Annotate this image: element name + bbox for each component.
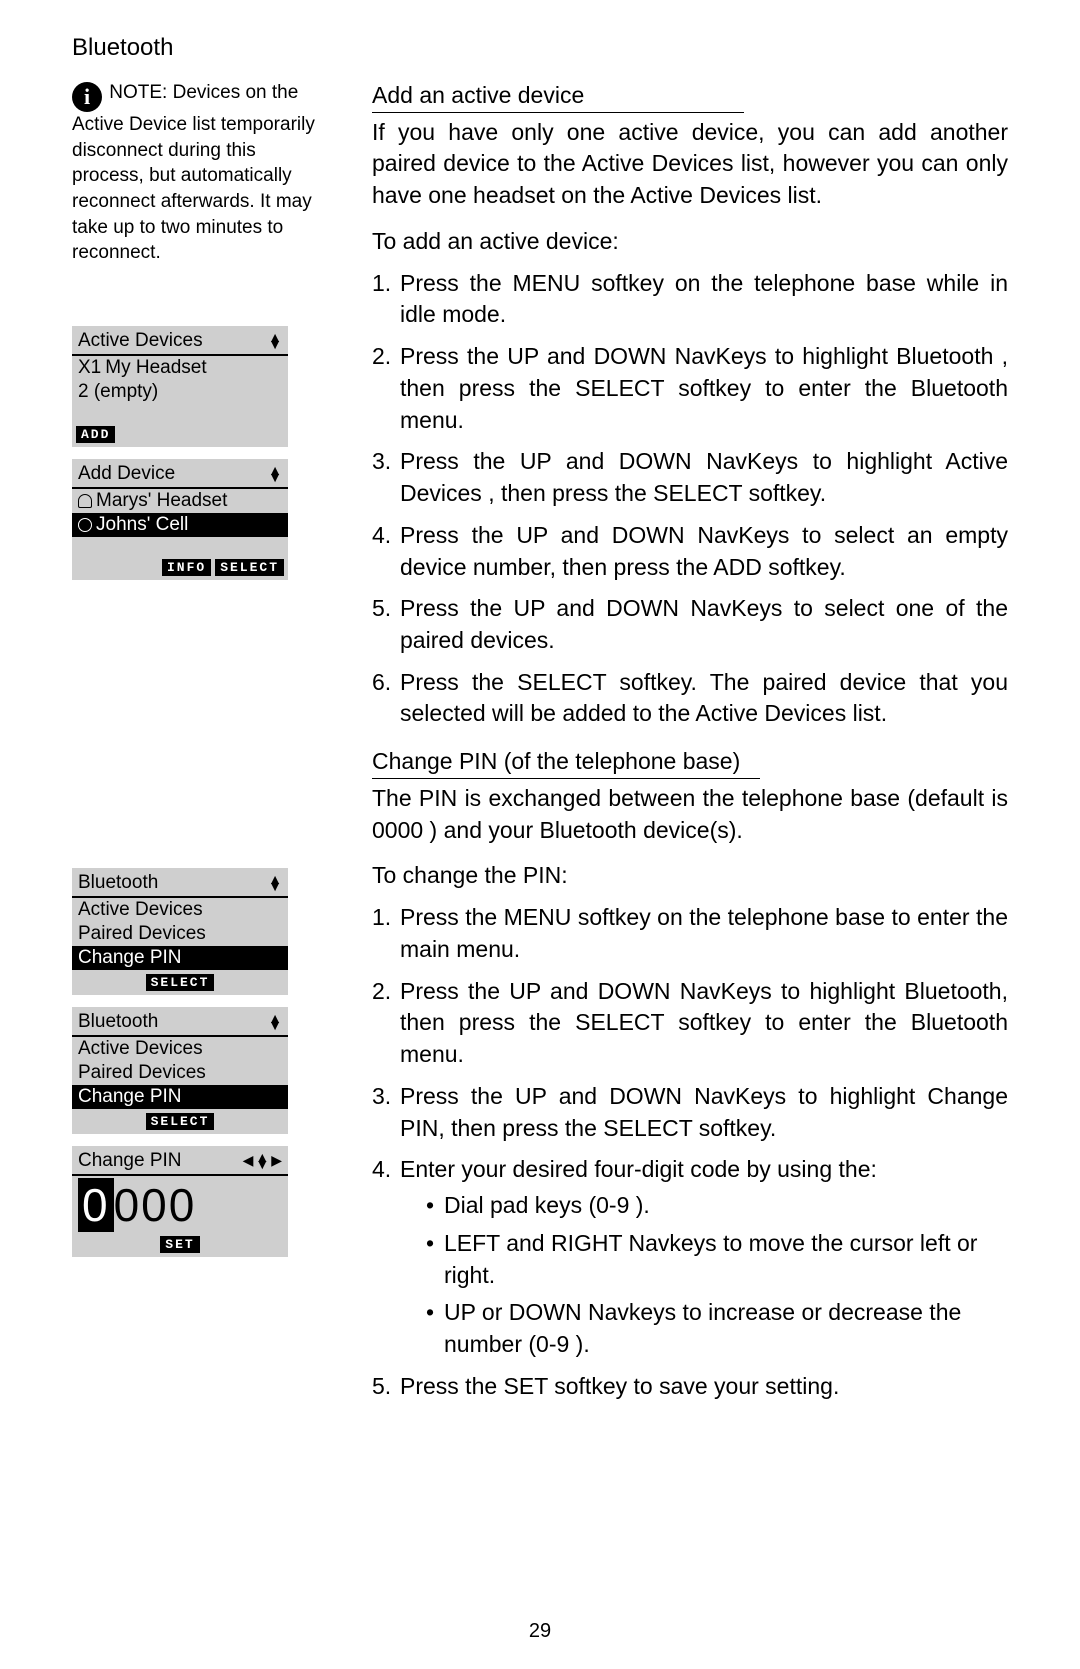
lcd4-row2: Paired Devices (72, 1061, 288, 1085)
softkey-select: SELECT (146, 974, 215, 991)
navkey-icon: ◀▲▼▶ (243, 1152, 282, 1169)
section-b-title: Change PIN (of the telephone base) (372, 746, 760, 779)
info-icon: i (72, 82, 102, 112)
cell-icon (78, 518, 92, 532)
step: Press the UP and DOWN NavKeys to highlig… (372, 1081, 1008, 1144)
section-b-steps: Press the MENU softkey on the telephone … (372, 902, 1008, 1402)
section-a-steps: Press the MENU softkey on the telephone … (372, 268, 1008, 731)
lcd4-title: Bluetooth (78, 1011, 158, 1033)
lcd3-row2: Paired Devices (72, 922, 288, 946)
lcd3-title: Bluetooth (78, 872, 158, 894)
softkey-info: INFO (162, 559, 211, 576)
step: Enter your desired four-digit code by us… (372, 1154, 1008, 1360)
up-down-icon: ▲▼ (268, 876, 282, 890)
pin-value: 0000 (72, 1176, 288, 1232)
step-text: Enter your desired four-digit code by us… (400, 1156, 877, 1182)
lcd1-title: Active Devices (78, 330, 203, 352)
step: Press the SET softkey to save your setti… (372, 1371, 1008, 1403)
step: Press the SELECT softkey. The paired dev… (372, 667, 1008, 730)
up-down-icon: ▲▼ (268, 467, 282, 481)
softkey-set: SET (160, 1236, 199, 1253)
section-a-intro: To add an active device: (372, 226, 1008, 258)
page-title: Bluetooth (72, 34, 1008, 62)
left-column: i NOTE: Devices on the Active Device lis… (72, 80, 324, 1418)
bullets: Dial pad keys (0-9 ). LEFT and RIGHT Nav… (426, 1190, 1008, 1361)
up-down-icon: ▲▼ (268, 334, 282, 348)
lcd2-row2: Johns' Cell (96, 514, 188, 536)
lcd2-row1: Marys' Headset (96, 490, 227, 512)
step: Press the MENU softkey on the telephone … (372, 902, 1008, 965)
step: Press the UP and DOWN NavKeys to select … (372, 593, 1008, 656)
note-text: Devices on the Active Device list tempor… (72, 82, 315, 263)
lcd1-row1b: My Headset (105, 357, 206, 379)
step: Press the MENU softkey on the telephone … (372, 268, 1008, 331)
step: Press the UP and DOWN NavKeys to highlig… (372, 446, 1008, 509)
pin-rest: 000 (114, 1179, 197, 1231)
lcd-bluetooth-menu-2: Bluetooth ▲▼ Active Devices Paired Devic… (72, 1007, 288, 1134)
step: Press the UP and DOWN NavKeys to highlig… (372, 341, 1008, 436)
step: Press the UP and DOWN NavKeys to highlig… (372, 976, 1008, 1071)
up-down-icon: ▲▼ (268, 1015, 282, 1029)
lcd4-row1: Active Devices (72, 1037, 288, 1061)
right-column: Add an active device If you have only on… (372, 80, 1008, 1418)
section-a-title: Add an active device (372, 80, 744, 113)
lcd-add-device: Add Device ▲▼ Marys' Headset Johns' Cell… (72, 459, 288, 580)
softkey-add: ADD (76, 426, 115, 443)
bullet: LEFT and RIGHT Navkeys to move the curso… (426, 1228, 1008, 1291)
lcd5-title: Change PIN (78, 1150, 182, 1172)
section-b-para: The PIN is exchanged between the telepho… (372, 783, 1008, 846)
section-a-para: If you have only one active device, you … (372, 117, 1008, 212)
step: Press the UP and DOWN NavKeys to select … (372, 520, 1008, 583)
section-b-intro: To change the PIN: (372, 860, 1008, 892)
softkey-select: SELECT (215, 559, 284, 576)
bullet: UP or DOWN Navkeys to increase or decrea… (426, 1297, 1008, 1360)
lcd2-title: Add Device (78, 463, 175, 485)
lcd1-row1a: X1 (78, 357, 101, 379)
note-block: i NOTE: Devices on the Active Device lis… (72, 80, 324, 266)
lcd3-row3: Change PIN (72, 946, 288, 970)
headset-icon (78, 494, 92, 508)
lcd-change-pin: Change PIN ◀▲▼▶ 0000 SET (72, 1146, 288, 1257)
page-number: 29 (0, 1620, 1080, 1643)
lcd3-row1: Active Devices (72, 898, 288, 922)
lcd4-row3: Change PIN (72, 1085, 288, 1109)
softkey-select: SELECT (146, 1113, 215, 1130)
lcd-bluetooth-menu-1: Bluetooth ▲▼ Active Devices Paired Devic… (72, 868, 288, 995)
lcd-active-devices: Active Devices ▲▼ X1My Headset 2 (empty)… (72, 326, 288, 447)
pin-first-digit: 0 (78, 1178, 114, 1232)
lcd1-row2: 2 (empty) (72, 380, 288, 404)
bullet: Dial pad keys (0-9 ). (426, 1190, 1008, 1222)
note-label: NOTE: (109, 82, 167, 103)
